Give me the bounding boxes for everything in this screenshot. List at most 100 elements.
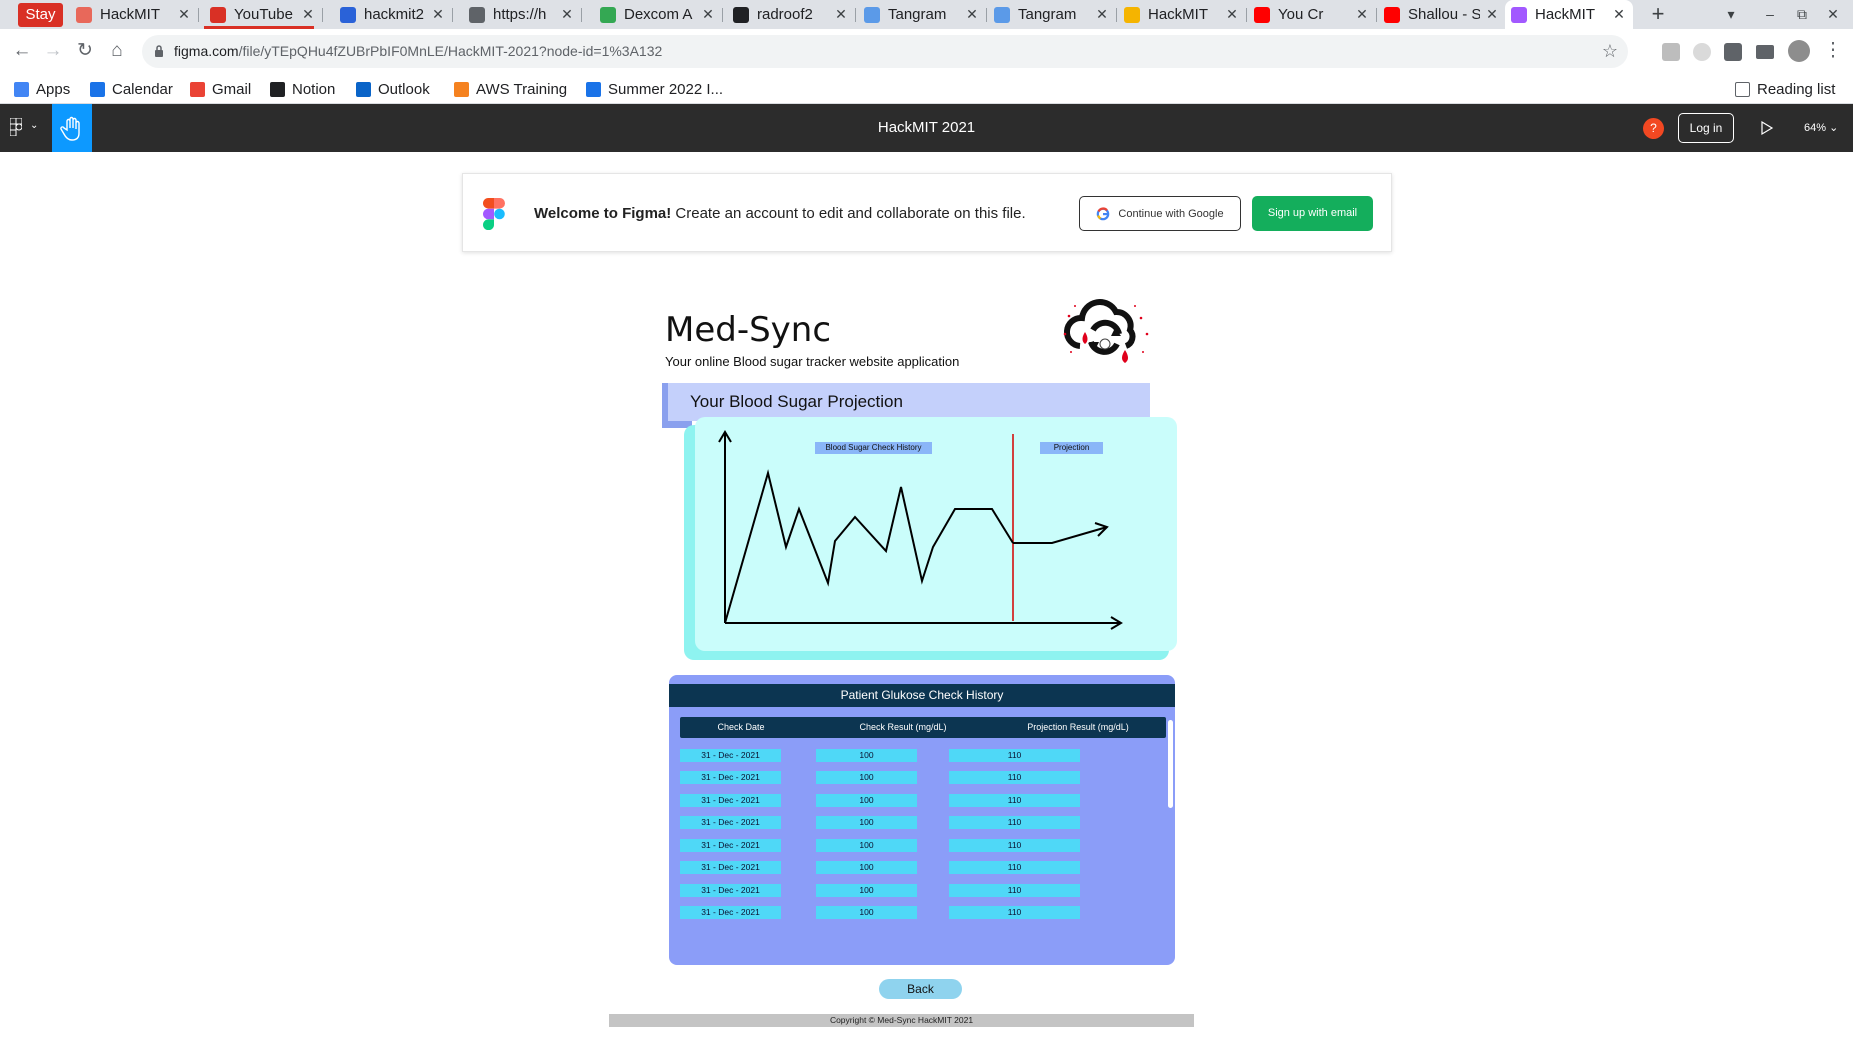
address-bar[interactable]: figma.com/file/yTEpQHu4fZUBrPbIF0MnLE/Ha… xyxy=(142,35,1628,68)
help-button[interactable]: ? xyxy=(1643,118,1664,139)
bookmark-item[interactable]: Summer 2022 I... xyxy=(586,74,723,104)
forward-arrow-icon[interactable]: → xyxy=(38,36,68,66)
tab-favicon-icon xyxy=(994,6,1010,23)
file-title: HackMIT 2021 xyxy=(877,119,976,136)
url-host: figma.com xyxy=(174,43,239,59)
tab-favicon-icon xyxy=(1254,6,1270,23)
tab-label: hackmit2 xyxy=(364,6,425,23)
bookmark-item[interactable]: Gmail xyxy=(190,74,251,104)
browser-tab[interactable]: https://h ✕ xyxy=(463,0,582,29)
tab-close-icon[interactable]: ✕ xyxy=(700,6,716,23)
browser-tab[interactable]: HackMIT ✕ xyxy=(1118,0,1247,29)
tab-close-icon[interactable]: ✕ xyxy=(300,6,316,23)
tab-separator xyxy=(198,8,199,22)
back-button[interactable]: Back xyxy=(879,979,962,999)
figma-header: ⌄ HackMIT 2021 ? Log in 64% ⌄ xyxy=(0,104,1853,152)
stay-badge[interactable]: Stay xyxy=(18,3,63,27)
tab-separator xyxy=(722,8,723,22)
reading-list[interactable]: Reading list xyxy=(1735,74,1835,104)
tab-close-icon[interactable]: ✕ xyxy=(833,6,849,23)
tab-close-icon[interactable]: ✕ xyxy=(1224,6,1240,23)
reload-icon[interactable]: ↻ xyxy=(70,36,100,66)
table-title: Patient Glukose Check History xyxy=(669,684,1175,707)
column-projection-result: Projection Result (mg/dL) xyxy=(1027,722,1129,732)
bookmark-item[interactable]: AWS Training xyxy=(454,74,567,104)
zoom-level: 64% xyxy=(1804,122,1827,134)
browser-tab[interactable]: Shallou - S ✕ xyxy=(1378,0,1507,29)
home-icon[interactable]: ⌂ xyxy=(102,36,132,66)
tab-label: You Cr xyxy=(1278,6,1324,23)
tab-close-icon[interactable]: ✕ xyxy=(430,6,446,23)
tab-separator xyxy=(1116,8,1117,22)
browser-tab[interactable]: HackMIT ✕ xyxy=(1505,0,1633,29)
browser-tab[interactable]: Tangram ✕ xyxy=(858,0,987,29)
bookmark-item[interactable]: Apps xyxy=(14,74,70,104)
cell-check-result: 100 xyxy=(816,861,917,874)
google-button-label: Continue with Google xyxy=(1118,207,1224,220)
sign-up-email-button[interactable]: Sign up with email xyxy=(1252,196,1373,231)
close-window-button[interactable]: ✕ xyxy=(1818,0,1848,29)
bookmark-label: Outlook xyxy=(378,80,430,98)
bookmark-item[interactable]: Calendar xyxy=(90,74,173,104)
tab-close-icon[interactable]: ✕ xyxy=(964,6,980,23)
bookmark-star-icon[interactable]: ☆ xyxy=(1602,35,1618,68)
tab-search-icon[interactable]: ▾ xyxy=(1716,0,1746,29)
tab-close-icon[interactable]: ✕ xyxy=(1094,6,1110,23)
new-tab-button[interactable]: + xyxy=(1645,2,1671,28)
chevron-down-icon: ⌄ xyxy=(1829,122,1839,134)
bookmark-item[interactable]: Notion xyxy=(270,74,335,104)
url-path: /file/yTEpQHu4fZUBrPbIF0MnLE/HackMIT-202… xyxy=(238,43,663,59)
tab-close-icon[interactable]: ✕ xyxy=(1484,6,1500,23)
glucose-history-table: Patient Glukose Check History Check Date… xyxy=(669,675,1175,965)
bookmark-label: Summer 2022 I... xyxy=(608,80,724,98)
tab-favicon-icon xyxy=(1384,6,1400,23)
cell-check-date: 31 - Dec - 2021 xyxy=(680,839,781,852)
app-subtitle: Your online Blood sugar tracker website … xyxy=(665,354,960,369)
zoom-dropdown[interactable]: 64% ⌄ xyxy=(1804,104,1838,152)
browser-tab[interactable]: hackmit2 ✕ xyxy=(334,0,453,29)
tab-favicon-icon xyxy=(340,6,356,23)
menu-dots-icon[interactable]: ⋮ xyxy=(1818,36,1848,66)
url-text: figma.com/file/yTEpQHu4fZUBrPbIF0MnLE/Ha… xyxy=(174,35,662,68)
bookmark-item[interactable]: Outlook xyxy=(356,74,430,104)
table-scrollbar[interactable] xyxy=(1168,720,1173,808)
extension-icon[interactable] xyxy=(1662,43,1680,61)
minimize-button[interactable]: – xyxy=(1755,0,1785,29)
legend-projection: Projection xyxy=(1040,442,1103,454)
avatar[interactable] xyxy=(1788,40,1810,62)
bookmark-favicon-icon xyxy=(270,81,285,97)
lock-icon xyxy=(155,45,163,57)
cell-check-result: 100 xyxy=(816,749,917,762)
browser-tab[interactable]: Tangram ✕ xyxy=(988,0,1117,29)
tab-close-icon[interactable]: ✕ xyxy=(1354,6,1370,23)
browser-tab[interactable]: You Cr ✕ xyxy=(1248,0,1377,29)
tab-separator xyxy=(322,8,323,22)
back-arrow-icon[interactable]: ← xyxy=(7,36,37,66)
cell-check-date: 31 - Dec - 2021 xyxy=(680,816,781,829)
browser-tab[interactable]: radroof2 ✕ xyxy=(727,0,856,29)
continue-with-google-button[interactable]: Continue with Google xyxy=(1079,196,1241,231)
bookmark-label: Gmail xyxy=(212,80,252,98)
restore-button[interactable]: ⧉ xyxy=(1787,0,1817,29)
welcome-message: Welcome to Figma! Create an account to e… xyxy=(534,174,1026,253)
login-button[interactable]: Log in xyxy=(1678,113,1734,143)
tab-close-icon[interactable]: ✕ xyxy=(1611,6,1627,23)
tab-close-icon[interactable]: ✕ xyxy=(559,6,575,23)
tab-close-icon[interactable]: ✕ xyxy=(176,6,192,23)
reading-list-icon xyxy=(1735,81,1750,97)
reading-list-label: Reading list xyxy=(1757,80,1836,98)
bookmark-label: Notion xyxy=(292,80,336,98)
browser-tab[interactable]: YouTube ✕ xyxy=(204,0,323,29)
browser-tab[interactable]: HackMIT ✕ xyxy=(70,0,199,29)
bookmark-favicon-icon xyxy=(190,81,205,97)
tab-label: Shallou - S xyxy=(1408,6,1480,23)
puzzle-icon[interactable] xyxy=(1724,43,1742,61)
cell-check-result: 100 xyxy=(816,771,917,784)
present-play-icon[interactable] xyxy=(1757,116,1777,140)
browser-tab[interactable]: Dexcom A ✕ xyxy=(594,0,723,29)
cell-projection-result: 110 xyxy=(949,839,1080,852)
bookmark-favicon-icon xyxy=(586,81,601,97)
media-queue-icon[interactable] xyxy=(1756,45,1774,59)
bookmark-label: AWS Training xyxy=(476,80,568,98)
extension-icon[interactable] xyxy=(1693,43,1711,61)
